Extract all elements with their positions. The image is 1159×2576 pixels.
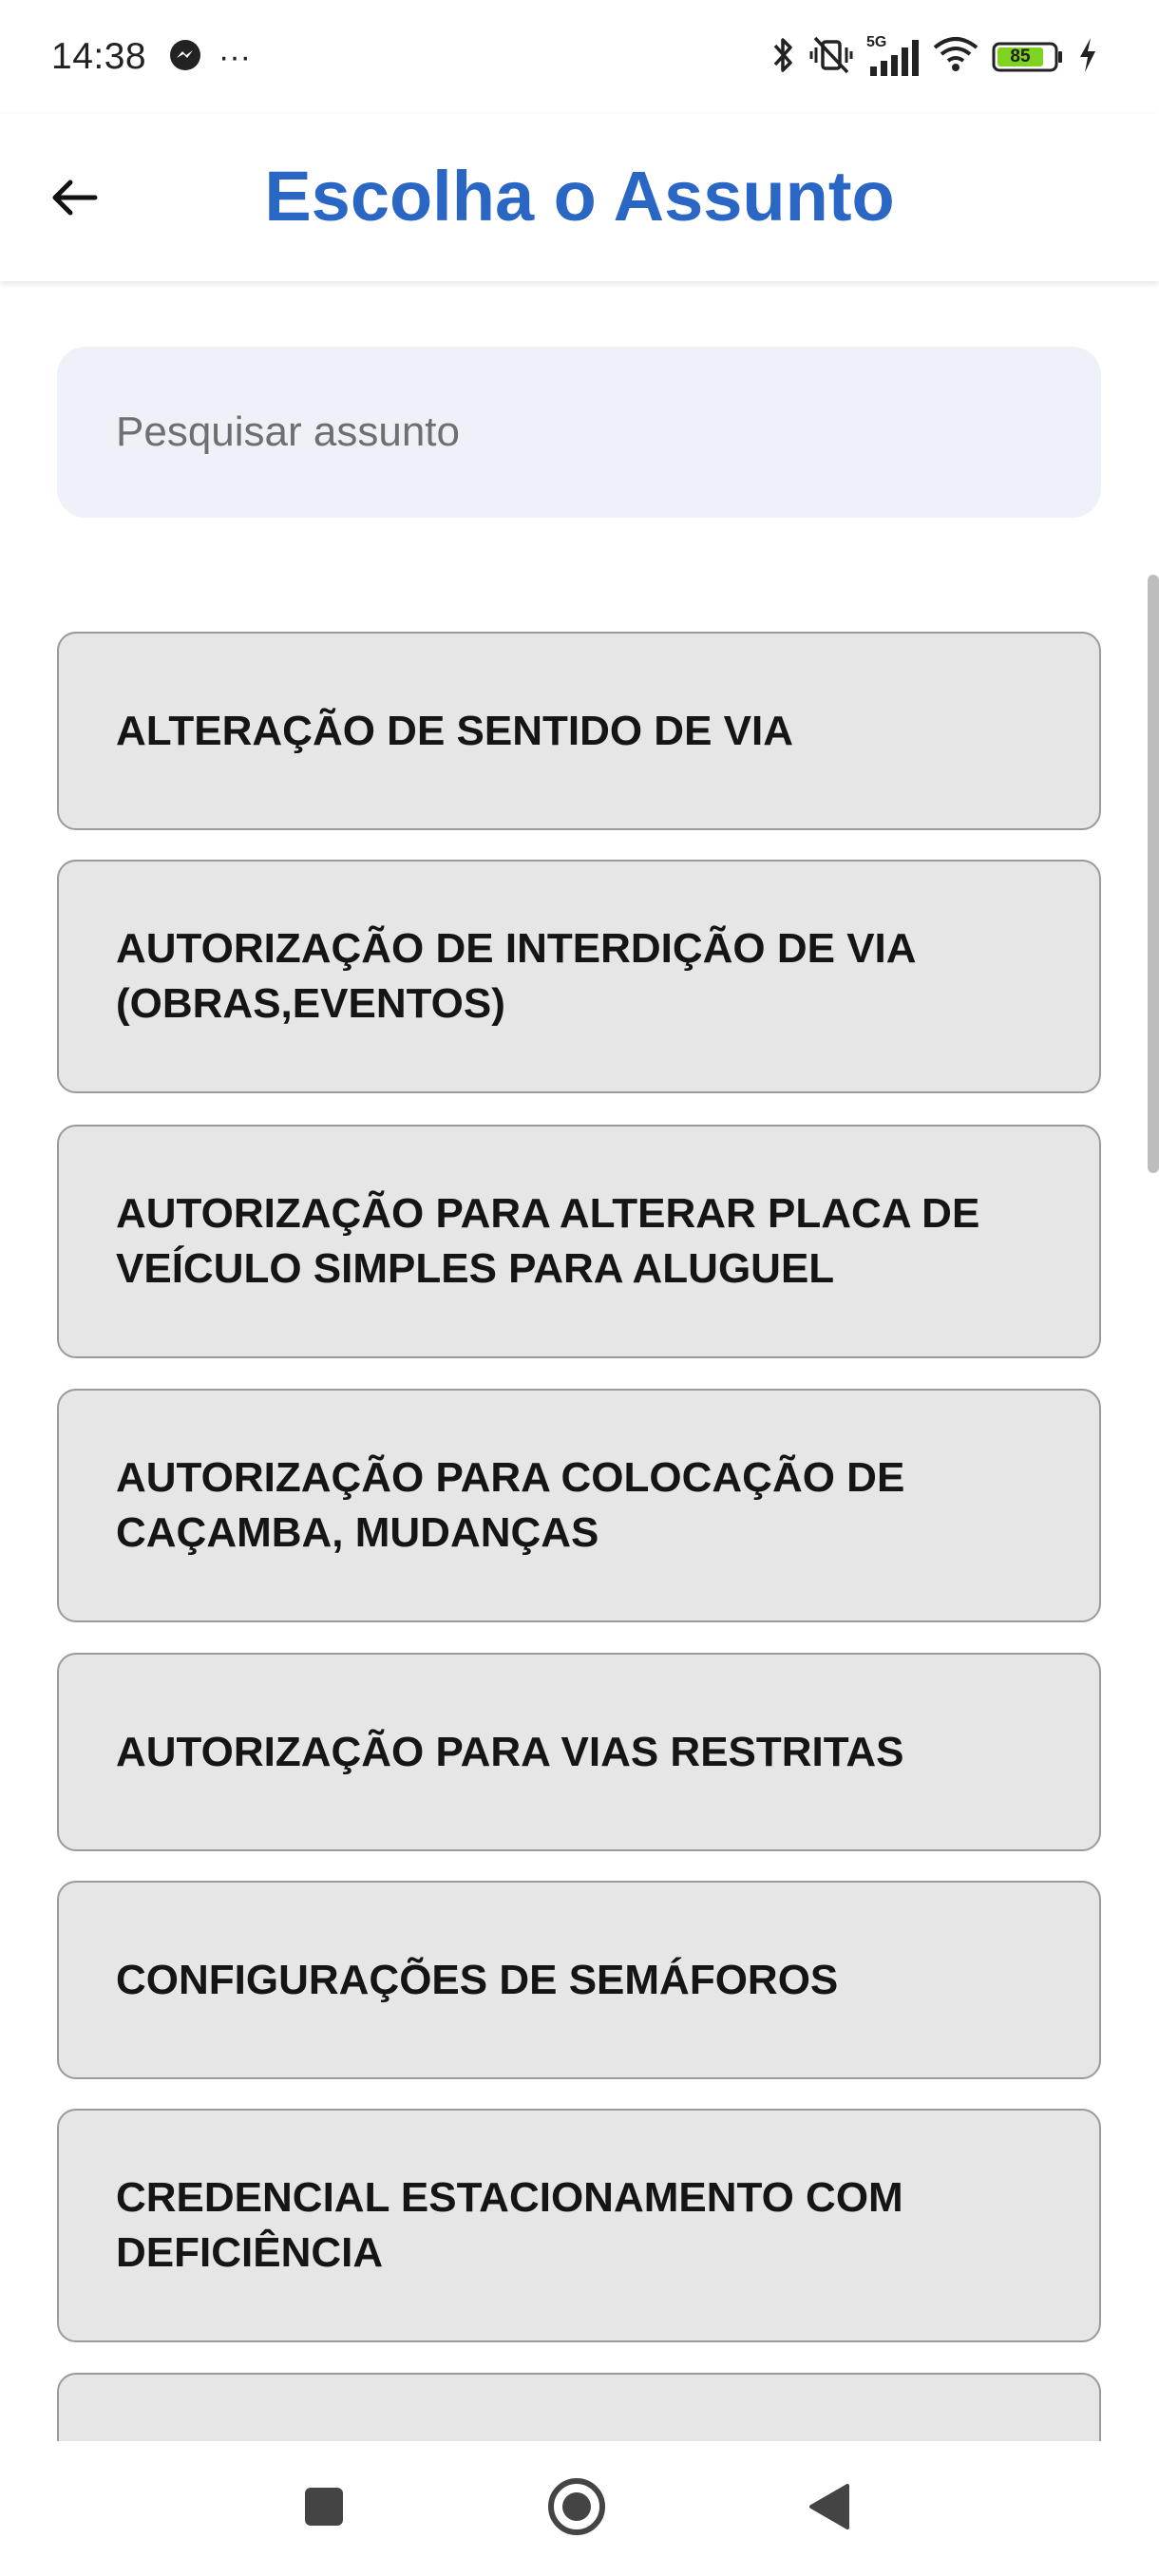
home-circle-icon	[546, 2476, 607, 2542]
status-right-icons: 5G 85	[771, 30, 1098, 84]
recents-square-icon	[303, 2486, 345, 2532]
vibrate-off-icon	[809, 34, 853, 81]
nav-back-button[interactable]	[796, 2475, 863, 2542]
signal-icon: 5G	[866, 34, 920, 80]
messenger-icon	[169, 39, 201, 76]
subject-label: AUTORIZAÇÃO PARA VIAS RESTRITAS	[116, 1728, 904, 1775]
wifi-icon	[933, 36, 978, 79]
subject-item[interactable]: CREDENCIAL ESTACIONAMENTO COM DEFICIÊNCI…	[57, 2109, 1101, 2342]
bluetooth-icon	[771, 34, 796, 81]
charging-icon	[1077, 36, 1098, 79]
home-button[interactable]	[543, 2475, 610, 2542]
subject-label: AUTORIZAÇÃO DE INTERDIÇÃO DE VIA (OBRAS,…	[116, 925, 915, 1027]
search-box[interactable]	[57, 347, 1101, 518]
subject-item[interactable]	[57, 2373, 1101, 2441]
subject-label: CREDENCIAL ESTACIONAMENTO COM DEFICIÊNCI…	[116, 2174, 903, 2276]
subject-item[interactable]: CONFIGURAÇÕES DE SEMÁFOROS	[57, 1881, 1101, 2079]
subject-label: AUTORIZAÇÃO PARA COLOCAÇÃO DE CAÇAMBA, M…	[116, 1454, 905, 1556]
subject-item[interactable]: AUTORIZAÇÃO PARA VIAS RESTRITAS	[57, 1653, 1101, 1851]
status-left-icons: ···	[169, 38, 251, 76]
subject-item[interactable]: AUTORIZAÇÃO PARA ALTERAR PLACA DE VEÍCUL…	[57, 1125, 1101, 1358]
subject-label: AUTORIZAÇÃO PARA ALTERAR PLACA DE VEÍCUL…	[116, 1190, 980, 1292]
battery-icon: 85	[992, 41, 1064, 73]
more-icon: ···	[218, 39, 251, 75]
back-triangle-icon	[808, 2482, 851, 2536]
app-bar: Escolha o Assunto	[0, 114, 1159, 281]
recents-button[interactable]	[291, 2475, 357, 2542]
subject-item[interactable]: ALTERAÇÃO DE SENTIDO DE VIA	[57, 632, 1101, 830]
page-title: Escolha o Assunto	[264, 157, 895, 236]
nav-bar	[0, 2441, 1159, 2576]
subject-item[interactable]: AUTORIZAÇÃO DE INTERDIÇÃO DE VIA (OBRAS,…	[57, 860, 1101, 1093]
battery-level: 85	[1010, 47, 1031, 66]
subject-label: ALTERAÇÃO DE SENTIDO DE VIA	[116, 707, 794, 754]
subject-label: CONFIGURAÇÕES DE SEMÁFOROS	[116, 1956, 839, 2003]
subject-item[interactable]: AUTORIZAÇÃO PARA COLOCAÇÃO DE CAÇAMBA, M…	[57, 1389, 1101, 1622]
status-bar: 14:38 ··· 5G 85	[0, 0, 1159, 114]
search-input[interactable]	[114, 407, 1101, 457]
scrollbar[interactable]	[1148, 575, 1159, 1173]
status-time: 14:38	[51, 36, 147, 77]
screen: ALTERAÇÃO DE SENTIDO DE VIA AUTORIZAÇÃO …	[0, 0, 1159, 2576]
